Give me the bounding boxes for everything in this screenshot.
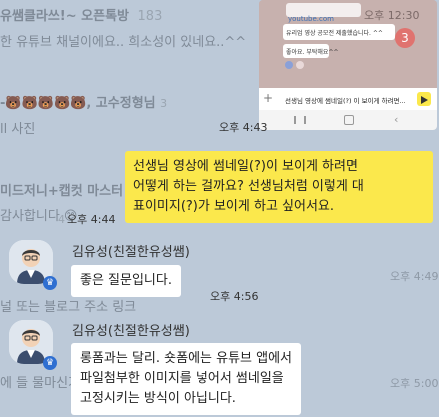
phone-back-icon: ‹ bbox=[394, 113, 399, 126]
bg-message-1: 한 유튜브 채널이에요.. 희소성이 있네요..^^ bbox=[0, 35, 247, 50]
my-message-line-1: 선생님 영상에 썸네일(?)이 보이게 하려면 bbox=[133, 159, 358, 174]
phone-badge: 3 bbox=[395, 28, 415, 48]
bg-link-text-2: 에 들 물마신거 bbox=[0, 376, 81, 391]
sender-name: 김유성(친절한유성쌤) bbox=[72, 245, 190, 260]
bg-time-2: 오후 5:00 bbox=[390, 377, 439, 390]
bg-photo-label: ll 사진 bbox=[0, 122, 36, 137]
bg-sender-row-2: 미드저니+캡컷 마스터 bbox=[0, 184, 124, 199]
phone-bubble-1: 유리엄 영상 공모전 제출했습니다. ^^ bbox=[283, 24, 395, 40]
image-message-time: 오후 4:43 bbox=[219, 121, 268, 134]
my-message-bubble[interactable]: 선생님 영상에 썸네일(?)이 보이게 하려면 어떻게 하는 걸까요? 선생님처… bbox=[125, 151, 433, 223]
my-message-time: 오후 4:44 bbox=[67, 213, 116, 226]
other-message-line-1: 롱폼과는 달리. 숏폼에는 유튜브 앱에서 bbox=[80, 351, 293, 366]
phone-reaction-icon-2 bbox=[296, 61, 304, 69]
phone-bubble-2: 좋아요. 부탁해요^^ bbox=[283, 44, 339, 58]
sender-name: 김유성(친절한유성쌤) bbox=[72, 324, 190, 339]
phone-time: 오후 12:30 bbox=[364, 9, 420, 22]
phone-link-text: youtube.com bbox=[288, 15, 334, 23]
other-message-bubble[interactable]: 롱폼과는 달리. 숏폼에는 유튜브 앱에서 파일첨부한 이미지를 넣어서 썸네일… bbox=[71, 343, 302, 415]
phone-home-icon bbox=[344, 115, 354, 125]
bg-link-text: 널 또는 블로그 주소 링크 bbox=[0, 300, 137, 315]
phone-recents-icon bbox=[294, 116, 306, 124]
my-message-line-3: 표이미지(?)가 보이게 하고 싶어서요. bbox=[133, 199, 335, 214]
bg-room-title: 유쌤클라쓰!~ 오픈톡방 183 bbox=[0, 9, 163, 24]
phone-input-text: 선생님 영상에 썸네일(?) 이 보이게 하려면... bbox=[285, 97, 406, 105]
phone-send-icon bbox=[417, 92, 431, 106]
other-message-line-2: 파일첨부한 이미지를 넣어서 썸네일을 bbox=[80, 371, 284, 386]
other-message-bubble[interactable]: 좋은 질문입니다. bbox=[71, 265, 181, 297]
other-message-line-3: 고정시키는 방식이 아닙니다. bbox=[80, 391, 236, 406]
bg-unread-count: 4 bbox=[58, 213, 65, 226]
bg-sender-row: -🐻🐻🐻🐻🐻, 고수정형님 3 bbox=[0, 96, 168, 111]
phone-reaction-icon bbox=[285, 61, 293, 69]
bg-time-1: 오후 4:49 bbox=[390, 270, 439, 283]
phone-screenshot-image[interactable]: 오후 12:30 youtube.com 유리엄 영상 공모전 제출했습니다. … bbox=[259, 0, 437, 130]
crown-icon: ♛ bbox=[43, 276, 57, 290]
phone-plus-icon: + bbox=[263, 91, 274, 105]
crown-icon: ♛ bbox=[43, 356, 57, 370]
my-message-line-2: 어떻게 하는 걸까요? 선생님처럼 이렇게 대 bbox=[133, 179, 364, 194]
other-message-time: 오후 4:56 bbox=[210, 290, 259, 303]
other-message-text: 좋은 질문입니다. bbox=[80, 273, 172, 288]
phone-nav-bar: ‹ bbox=[259, 110, 437, 130]
bg-thanks-row: 감사합니다 😊 bbox=[0, 209, 78, 224]
